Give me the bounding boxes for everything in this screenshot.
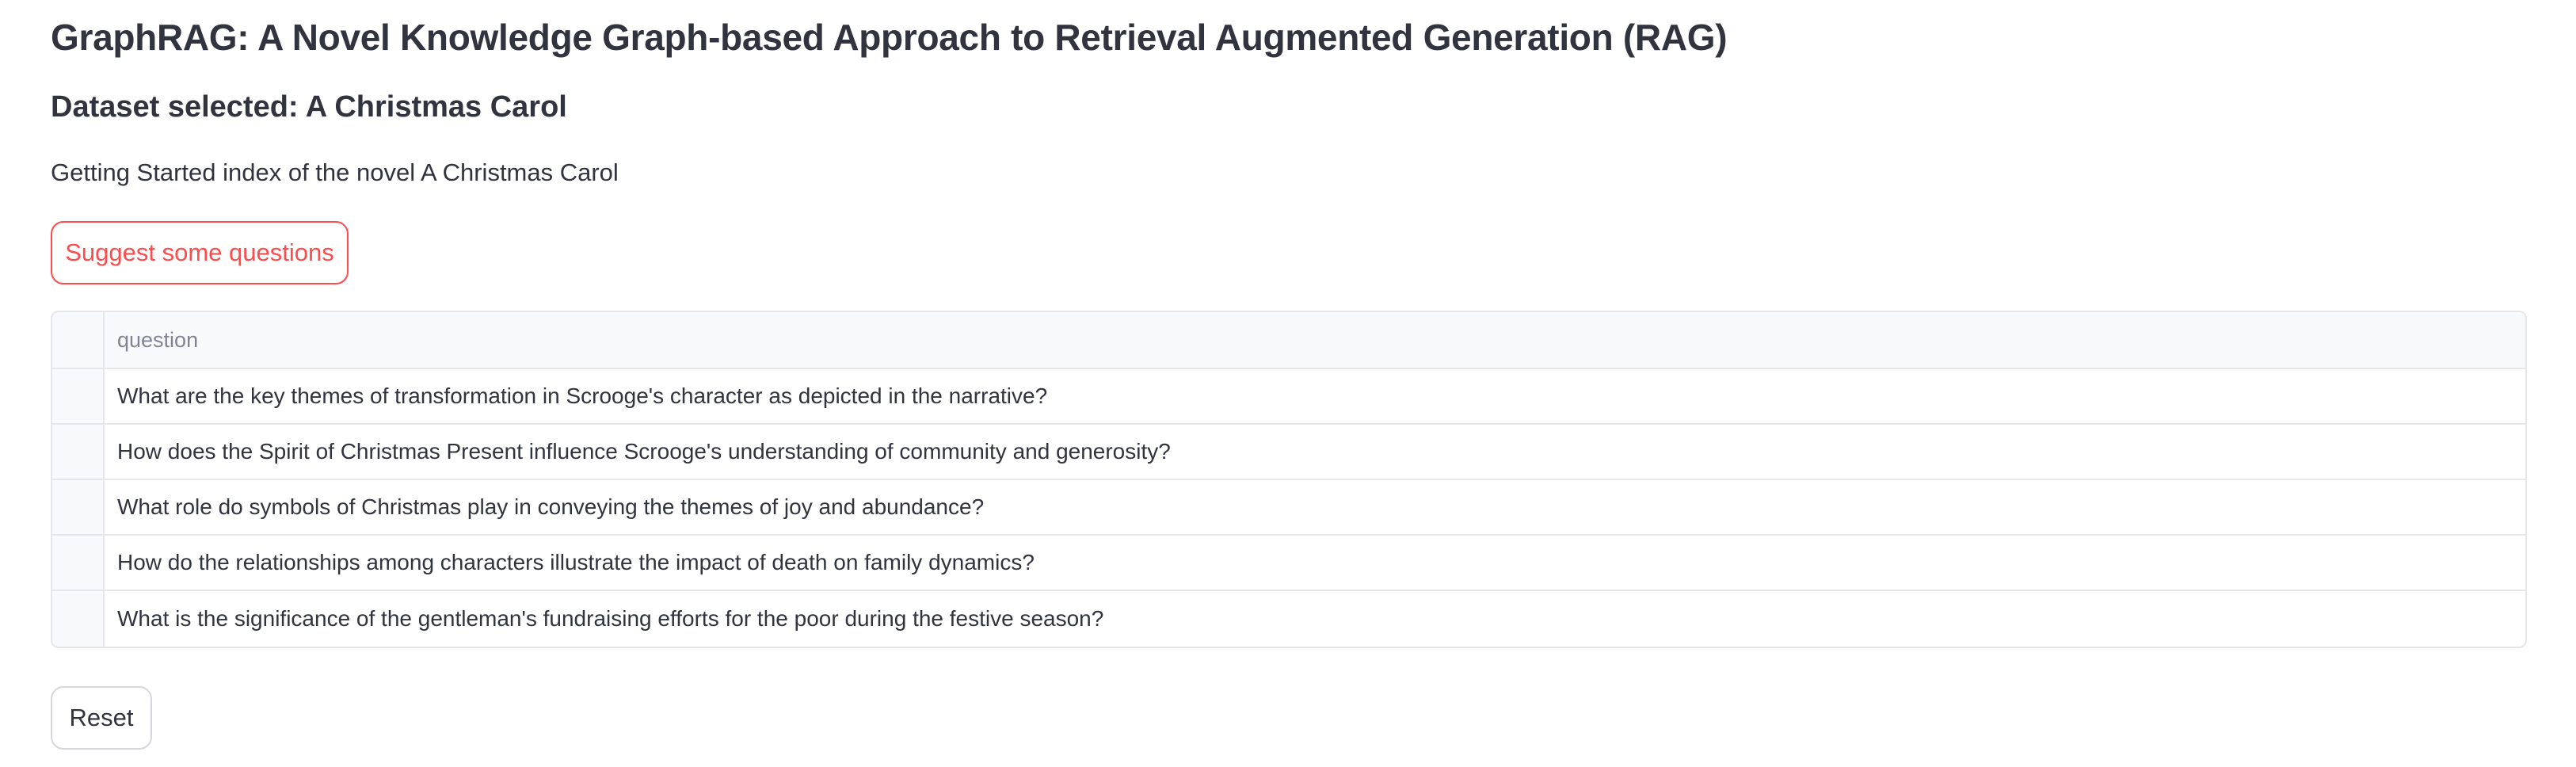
row-index-cell[interactable] <box>52 369 105 423</box>
table-header-row: question <box>52 312 2525 369</box>
column-header-question[interactable]: question <box>105 312 2525 368</box>
table-row[interactable]: What is the significance of the gentlema… <box>52 591 2525 647</box>
dataset-heading: Dataset selected: A Christmas Carol <box>51 90 567 124</box>
page-title: GraphRAG: A Novel Knowledge Graph-based … <box>51 17 1728 58</box>
row-index-cell[interactable] <box>52 425 105 479</box>
suggest-questions-button[interactable]: Suggest some questions <box>51 221 349 284</box>
row-index-cell[interactable] <box>52 480 105 534</box>
app-page: GraphRAG: A Novel Knowledge Graph-based … <box>0 0 2576 767</box>
table-row[interactable]: What role do symbols of Christmas play i… <box>52 480 2525 536</box>
row-index-cell[interactable] <box>52 536 105 590</box>
table-row[interactable]: What are the key themes of transformatio… <box>52 369 2525 425</box>
index-description: Getting Started index of the novel A Chr… <box>51 158 619 186</box>
question-cell[interactable]: How do the relationships among character… <box>105 536 2525 590</box>
table-row[interactable]: How do the relationships among character… <box>52 536 2525 591</box>
question-cell[interactable]: How does the Spirit of Christmas Present… <box>105 425 2525 479</box>
table-row[interactable]: How does the Spirit of Christmas Present… <box>52 425 2525 480</box>
reset-button[interactable]: Reset <box>51 686 152 750</box>
question-cell[interactable]: What is the significance of the gentlema… <box>105 591 2525 647</box>
question-cell[interactable]: What are the key themes of transformatio… <box>105 369 2525 423</box>
row-index-header <box>52 312 105 368</box>
questions-table: question What are the key themes of tran… <box>51 311 2527 648</box>
row-index-cell[interactable] <box>52 591 105 647</box>
question-cell[interactable]: What role do symbols of Christmas play i… <box>105 480 2525 534</box>
